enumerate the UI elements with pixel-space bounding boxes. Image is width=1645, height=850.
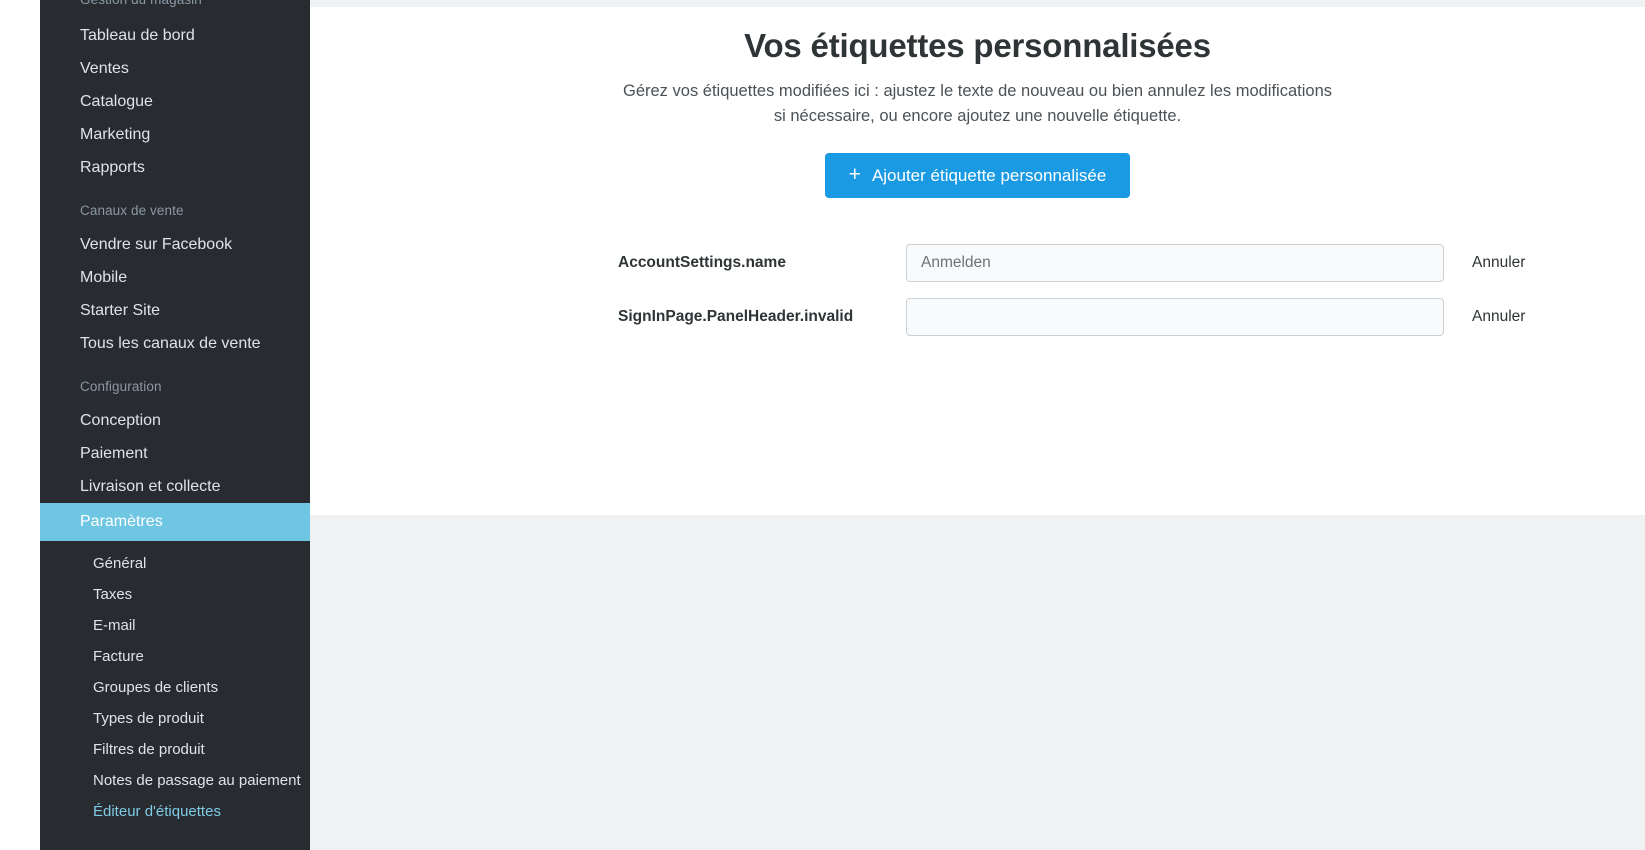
custom-label-row: SignInPage.PanelHeader.invalid Annuler [310,290,1645,344]
sidebar-submenu-spacer [40,541,310,548]
sidebar-submenu-parametres: Général Taxes E-mail Facture Groupes de clie… [40,541,310,827]
plus-icon: + [848,163,861,186]
sidebar-subitem[interactable]: Groupes de clients [40,672,310,703]
sidebar-item[interactable]: Starter Site [40,294,310,327]
sidebar-item[interactable]: Rapports [40,151,310,184]
sidebar: Gestion du magasinTableau de bordVentesC… [40,0,310,850]
custom-label-input[interactable] [906,298,1444,336]
sidebar-item[interactable]: Mobile [40,261,310,294]
sidebar-subitem[interactable]: E-mail [40,610,310,641]
sidebar-section-title: Gestion du magasin [40,0,310,9]
sidebar-subitem[interactable]: Général [40,548,310,579]
sidebar-item[interactable]: Tous les canaux de vente [40,327,310,360]
cancel-label-link[interactable]: Annuler [1472,308,1525,326]
sidebar-item[interactable]: Tableau de bord [40,19,310,52]
custom-label-input[interactable] [906,244,1444,282]
add-custom-label-button-text: Ajouter étiquette personnalisée [871,165,1107,185]
page-title: Vos étiquettes personnalisées [744,27,1211,64]
app-root: Gestion du magasinTableau de bordVentesC… [0,0,1645,850]
sidebar-item[interactable]: Paramètres [40,503,310,541]
sidebar-subitem[interactable]: Facture [40,641,310,672]
sidebar-item[interactable]: Conception [40,404,310,437]
sidebar-item[interactable]: Catalogue [40,85,310,118]
sidebar-item[interactable]: Paiement [40,437,310,470]
sidebar-item[interactable]: Ventes [40,52,310,85]
page-subtitle: Gérez vos étiquettes modifiées ici : aju… [623,82,1332,125]
custom-label-row: AccountSettings.name Annuler [310,236,1645,290]
sidebar-section-title: Configuration [80,379,162,394]
custom-labels-panel: Vos étiquettes personnalisées Gérez vos … [310,7,1645,515]
custom-labels-list: AccountSettings.nameAnnulerSignInPage.Pa… [310,236,1645,344]
sidebar-subitem[interactable]: Types de produit [40,703,310,734]
main-content: Vos étiquettes personnalisées Gérez vos … [310,0,1645,850]
sidebar-subitem[interactable]: Filtres de produit [40,734,310,765]
sidebar-item[interactable]: Vendre sur Facebook [40,228,310,261]
sidebar-subitem[interactable]: Taxes [40,579,310,610]
add-custom-label-button[interactable]: + Ajouter étiquette personnalisée [824,153,1131,198]
sidebar-item[interactable]: Livraison et collecte [40,470,310,503]
add-label-row: + Ajouter étiquette personnalisée [310,153,1645,198]
cancel-label-link[interactable]: Annuler [1472,254,1525,272]
custom-label-key: AccountSettings.name [618,254,786,271]
sidebar-item[interactable]: Marketing [40,118,310,151]
custom-label-key: SignInPage.PanelHeader.invalid [618,308,854,325]
sidebar-sections: Gestion du magasinTableau de bordVentesC… [40,0,310,541]
content-top-strip [310,0,1645,7]
sidebar-section-title: Canaux de vente [80,203,184,218]
sidebar-subitem[interactable]: Éditeur d'étiquettes [40,796,310,827]
sidebar-subitem[interactable]: Notes de passage au paiement [40,765,310,796]
